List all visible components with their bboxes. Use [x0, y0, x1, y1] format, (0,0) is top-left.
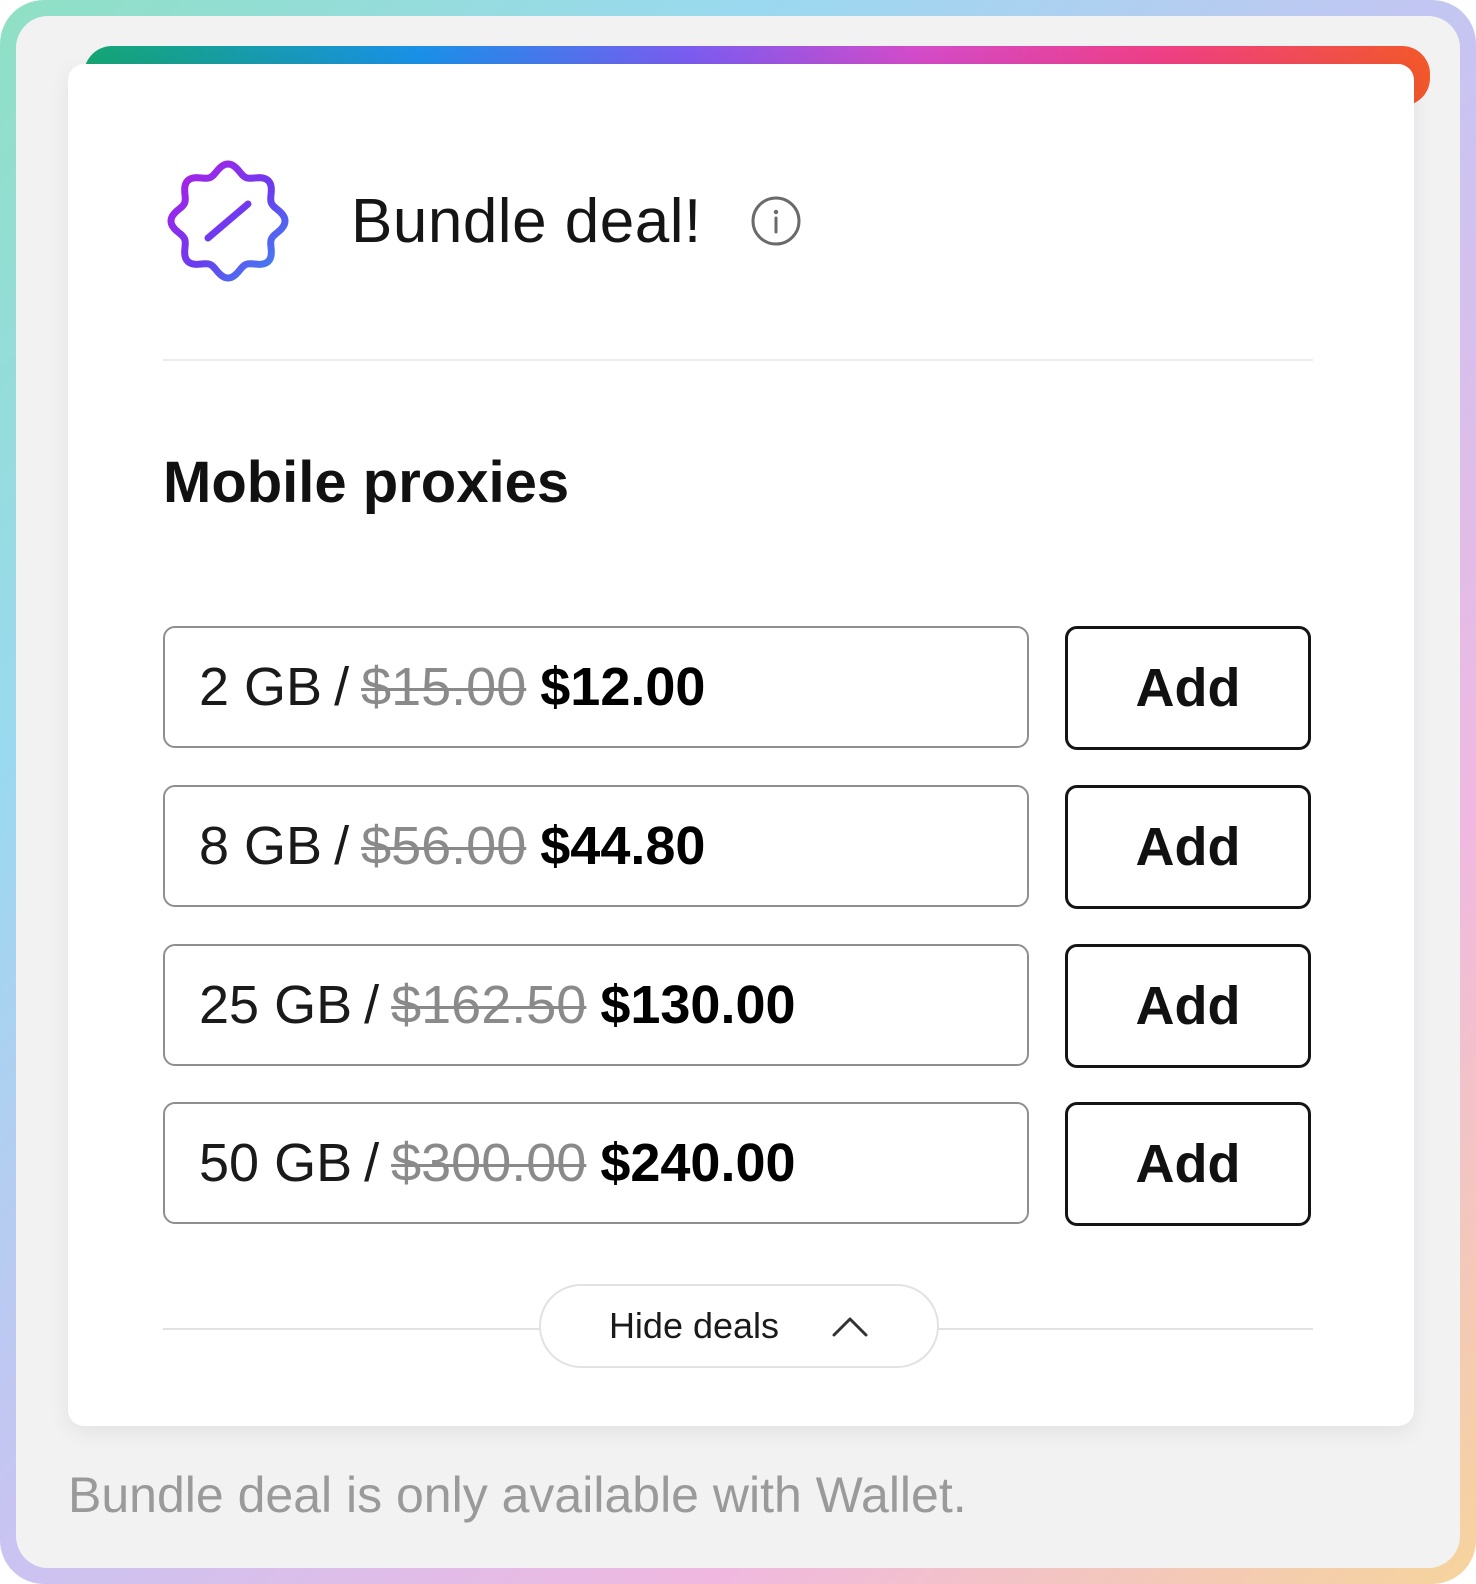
add-button[interactable]: Add [1065, 785, 1311, 909]
add-button[interactable]: Add [1065, 944, 1311, 1068]
deal-row: 25 GB / $162.50 $130.00 Add [163, 944, 1313, 1070]
deal-separator: / [334, 657, 350, 717]
deal-size: 8 GB [199, 816, 323, 876]
deal-row: 50 GB / $300.00 $240.00 Add [163, 1102, 1313, 1228]
section-title: Mobile proxies [163, 450, 570, 515]
deal-price-box: 50 GB / $300.00 $240.00 [163, 1102, 1029, 1224]
info-icon[interactable] [750, 195, 802, 247]
discount-badge-icon [167, 160, 289, 282]
add-button[interactable]: Add [1065, 626, 1311, 750]
header-divider [163, 359, 1313, 361]
deal-price-box: 2 GB / $15.00 $12.00 [163, 626, 1029, 748]
card-title: Bundle deal! [351, 186, 702, 256]
deal-old-price: $56.00 [361, 816, 527, 876]
hide-deals-button[interactable]: Hide deals [539, 1284, 939, 1368]
deal-separator: / [334, 816, 350, 876]
chevron-up-icon [832, 1317, 868, 1337]
hide-deals-label: Hide deals [608, 1305, 780, 1346]
deal-new-price: $12.00 [540, 657, 706, 717]
deal-size: 25 GB [199, 975, 353, 1035]
card-header: Bundle deal! [163, 156, 802, 286]
deal-size: 50 GB [199, 1133, 353, 1193]
deal-new-price: $130.00 [600, 975, 796, 1035]
deal-row: 8 GB / $56.00 $44.80 Add [163, 785, 1313, 911]
deal-row: 2 GB / $15.00 $12.00 Add [163, 626, 1313, 752]
bundle-deal-card: Bundle deal! Mobile proxies 2 GB / $15.0… [68, 64, 1414, 1426]
deal-new-price: $44.80 [540, 816, 706, 876]
deal-old-price: $300.00 [391, 1133, 587, 1193]
add-button[interactable]: Add [1065, 1102, 1311, 1226]
deal-price-box: 25 GB / $162.50 $130.00 [163, 944, 1029, 1066]
deal-old-price: $15.00 [361, 657, 527, 717]
deal-old-price: $162.50 [391, 975, 587, 1035]
deal-new-price: $240.00 [600, 1133, 796, 1193]
wallet-note: Bundle deal is only available with Walle… [68, 1467, 967, 1523]
deal-separator: / [364, 975, 380, 1035]
deal-price-box: 8 GB / $56.00 $44.80 [163, 785, 1029, 907]
deal-size: 2 GB [199, 657, 323, 717]
deal-separator: / [364, 1133, 380, 1193]
panel-background: Bundle deal! Mobile proxies 2 GB / $15.0… [16, 16, 1460, 1568]
